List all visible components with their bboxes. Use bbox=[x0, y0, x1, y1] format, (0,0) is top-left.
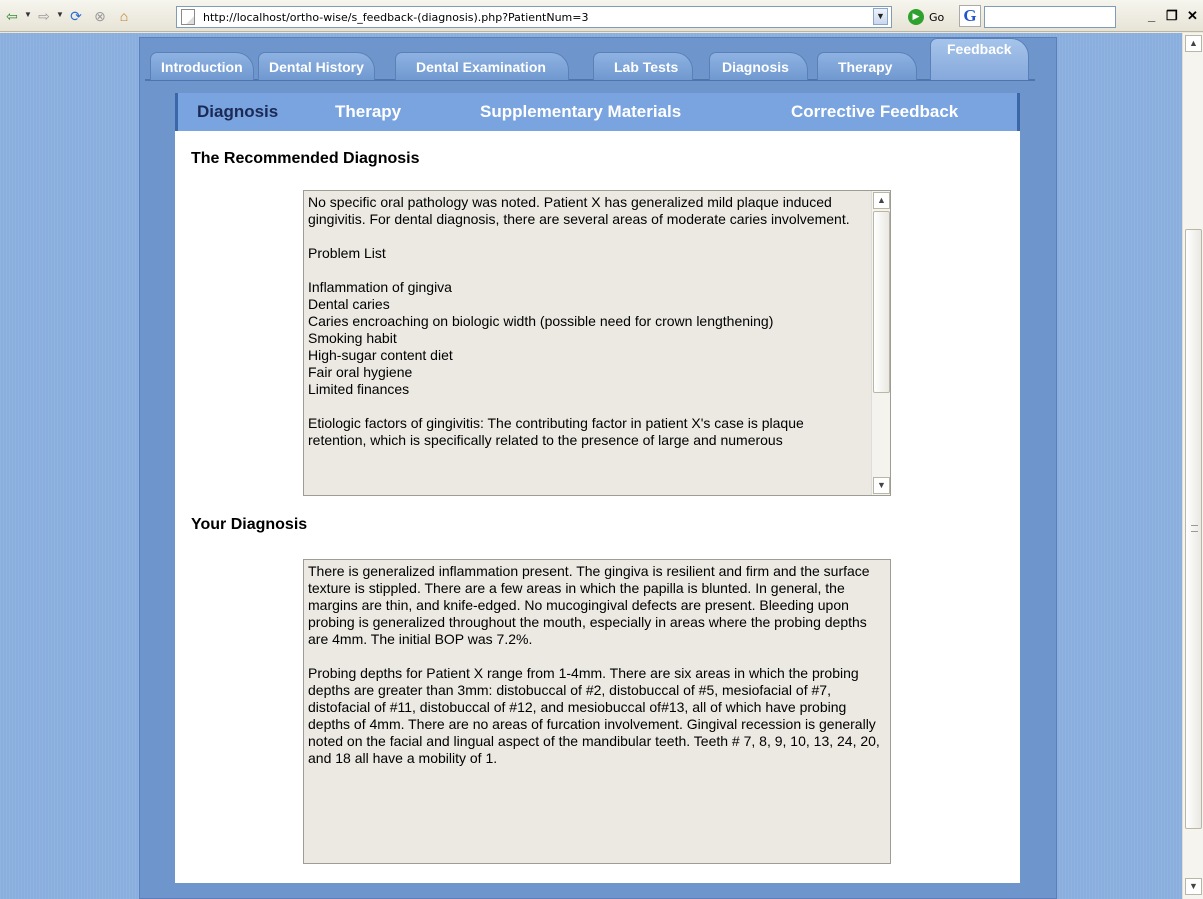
textarea-scroll-down-icon[interactable]: ▼ bbox=[873, 477, 890, 494]
problem-item: Caries encroaching on biologic width (po… bbox=[308, 313, 774, 329]
forward-dropdown-icon[interactable]: ▼ bbox=[56, 10, 64, 19]
browser-toolbar: ⇦ ▼ ⇨ ▼ ⟳ ⊗ ⌂ http://localhost/ortho-wis… bbox=[0, 0, 1203, 32]
scroll-up-icon[interactable]: ▲ bbox=[1185, 35, 1202, 52]
your-diagnosis-para1: There is generalized inflammation presen… bbox=[308, 563, 870, 647]
problem-item: High-sugar content diet bbox=[308, 347, 453, 363]
refresh-icon[interactable]: ⟳ bbox=[66, 6, 86, 26]
home-icon[interactable]: ⌂ bbox=[114, 6, 134, 26]
scroll-down-icon[interactable]: ▼ bbox=[1185, 878, 1202, 895]
textarea-scroll-up-icon[interactable]: ▲ bbox=[873, 192, 890, 209]
subnav-therapy[interactable]: Therapy bbox=[335, 102, 401, 122]
back-icon[interactable]: ⇦ bbox=[2, 6, 22, 26]
your-diagnosis-textarea[interactable]: There is generalized inflammation presen… bbox=[303, 559, 891, 864]
recommended-diagnosis-textarea[interactable]: No specific oral pathology was noted. Pa… bbox=[303, 190, 891, 496]
go-icon: ▶ bbox=[908, 9, 924, 25]
tab-feedback[interactable]: Feedback bbox=[930, 38, 1029, 80]
address-dropdown-icon[interactable]: ▼ bbox=[873, 8, 888, 25]
problem-list-heading: Problem List bbox=[308, 245, 386, 261]
google-search-input[interactable] bbox=[984, 6, 1116, 28]
forward-icon[interactable]: ⇨ bbox=[34, 6, 54, 26]
problem-item: Fair oral hygiene bbox=[308, 364, 413, 380]
problem-item: Limited finances bbox=[308, 381, 410, 397]
your-diagnosis-para2: Probing depths for Patient X range from … bbox=[308, 665, 880, 766]
go-label: Go bbox=[929, 10, 945, 24]
go-button[interactable]: ▶ Go bbox=[908, 7, 944, 27]
etiology-text: Etiologic factors of gingivitis: The con… bbox=[308, 415, 804, 448]
tab-introduction[interactable]: Introduction bbox=[150, 52, 254, 80]
page-icon bbox=[181, 9, 195, 25]
problem-item: Inflammation of gingiva bbox=[308, 279, 452, 295]
page-scrollbar[interactable]: ▲ ▼ bbox=[1182, 33, 1203, 899]
tab-therapy[interactable]: Therapy bbox=[817, 52, 918, 80]
restore-icon[interactable]: ❐ bbox=[1166, 8, 1178, 24]
recommended-diagnosis-title: The Recommended Diagnosis bbox=[191, 150, 420, 167]
tab-dental-history[interactable]: Dental History bbox=[258, 52, 375, 80]
your-diagnosis-title: Your Diagnosis bbox=[191, 516, 308, 533]
recommended-summary: No specific oral pathology was noted. Pa… bbox=[308, 194, 850, 227]
problem-item: Smoking habit bbox=[308, 330, 397, 346]
stop-icon[interactable]: ⊗ bbox=[90, 6, 110, 26]
back-dropdown-icon[interactable]: ▼ bbox=[24, 10, 32, 19]
subnav-corrective-feedback[interactable]: Corrective Feedback bbox=[791, 102, 958, 122]
tab-dental-examination[interactable]: Dental Examination bbox=[395, 52, 569, 80]
tab-lab-tests[interactable]: Lab Tests bbox=[593, 52, 694, 80]
scroll-thumb[interactable] bbox=[1185, 229, 1202, 829]
content-panel: Diagnosis Therapy Supplementary Material… bbox=[175, 93, 1020, 883]
problem-list: Inflammation of gingiva Dental caries Ca… bbox=[308, 279, 864, 398]
tab-diagnosis[interactable]: Diagnosis bbox=[709, 52, 808, 80]
subnav-diagnosis[interactable]: Diagnosis bbox=[197, 102, 278, 122]
address-url: http://localhost/ortho-wise/s_feedback-(… bbox=[203, 10, 589, 24]
textarea-scrollbar[interactable]: ▲ ▼ bbox=[871, 191, 890, 495]
problem-item: Dental caries bbox=[308, 296, 390, 312]
minimize-icon[interactable]: _ bbox=[1148, 8, 1155, 23]
subnav-supplementary-materials[interactable]: Supplementary Materials bbox=[480, 102, 681, 122]
google-toolbar-icon[interactable]: G bbox=[959, 5, 981, 27]
sub-navigation: Diagnosis Therapy Supplementary Material… bbox=[175, 93, 1020, 131]
textarea-scroll-thumb[interactable] bbox=[873, 211, 890, 393]
address-bar[interactable]: http://localhost/ortho-wise/s_feedback-(… bbox=[176, 6, 892, 28]
close-icon[interactable]: ✕ bbox=[1187, 8, 1198, 24]
